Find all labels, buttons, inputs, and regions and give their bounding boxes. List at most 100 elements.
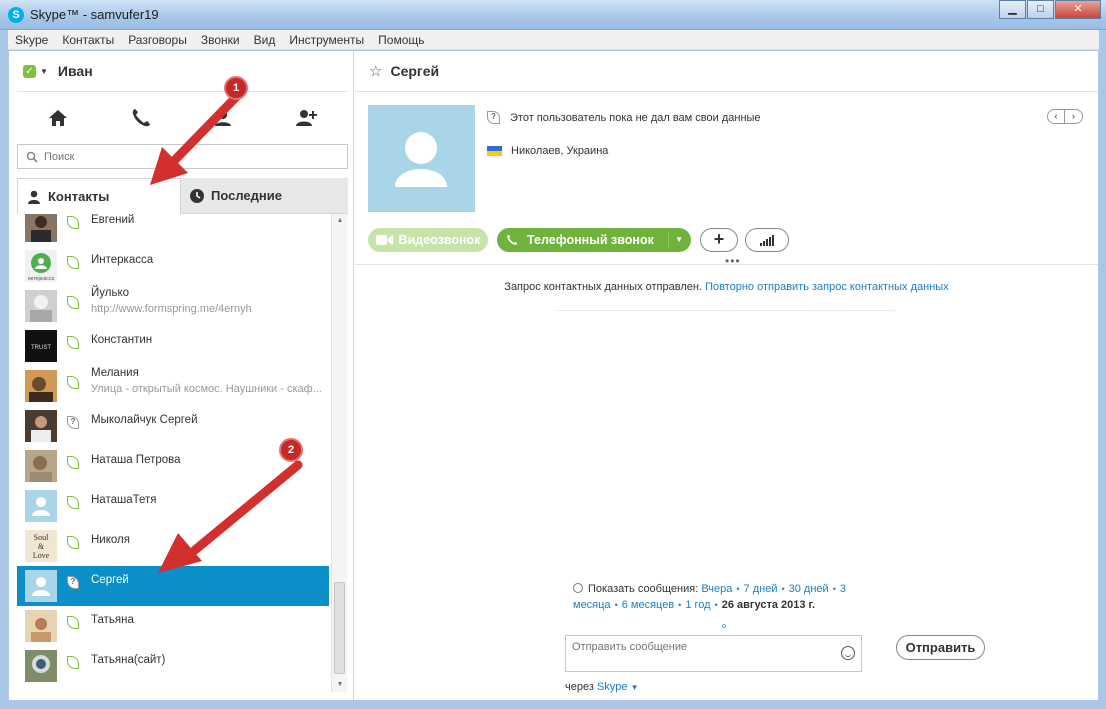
- list-item[interactable]: Мелания Улица - открытый космос. Наушник…: [17, 366, 329, 406]
- phone-call-button[interactable]: Телефонный звонок ▼: [497, 228, 691, 252]
- close-button[interactable]: ✕: [1055, 0, 1101, 19]
- scroll-thumb[interactable]: [334, 582, 345, 674]
- resize-handle-icon[interactable]: •••: [725, 254, 741, 268]
- video-call-button[interactable]: Видеозвонок: [368, 228, 488, 252]
- menu-contacts[interactable]: Контакты: [55, 33, 121, 47]
- menu-skype[interactable]: Skype: [8, 33, 55, 47]
- menu-bar: Skype Контакты Разговоры Звонки Вид Инст…: [8, 30, 1099, 50]
- list-item[interactable]: Татьяна: [17, 606, 329, 646]
- video-call-label: Видеозвонок: [398, 233, 481, 247]
- history-filter: Показать сообщения: Вчера • 7 дней • 30 дней…: [573, 583, 846, 611]
- message-box[interactable]: [565, 635, 862, 672]
- window-controls: ▁ □ ✕: [998, 0, 1101, 19]
- unknown-status-icon: ?: [487, 111, 500, 124]
- contact-list-scrollbar[interactable]: ▲ ▼: [331, 214, 347, 692]
- online-status-icon: [67, 376, 79, 389]
- avatar: [25, 370, 57, 402]
- chevron-down-icon[interactable]: ▼: [631, 683, 639, 692]
- history-current-date: 26 августа 2013 г.: [721, 599, 816, 611]
- scroll-down-icon[interactable]: ▼: [332, 678, 348, 692]
- history-label: Показать сообщения:: [588, 583, 699, 595]
- contact-name: Константин: [91, 334, 153, 346]
- annotation-arrow-1: [150, 88, 245, 185]
- history-1-year-link[interactable]: 1 год: [685, 599, 710, 611]
- profile-no-data-text: Этот пользователь пока не дал вам свои д…: [510, 111, 761, 124]
- menu-calls[interactable]: Звонки: [194, 33, 247, 47]
- menu-help[interactable]: Помощь: [371, 33, 431, 47]
- avatar-label: TRUST: [31, 345, 51, 351]
- avatar: TRUST: [25, 330, 57, 362]
- my-profile[interactable]: ✓ ▼ Иван: [23, 61, 93, 81]
- contact-name: Сергей: [91, 574, 129, 586]
- avatar: интеркасса: [25, 250, 57, 282]
- profile-avatar: [368, 105, 475, 212]
- avatar: [25, 570, 57, 602]
- history-7-days-link[interactable]: 7 дней: [744, 583, 778, 595]
- avatar-label: &: [38, 542, 45, 551]
- home-icon[interactable]: [46, 106, 70, 130]
- profile-location: Николаев, Украина: [511, 145, 609, 157]
- add-button[interactable]: +: [700, 228, 738, 252]
- avatar: [25, 650, 57, 682]
- avatar: [25, 490, 57, 522]
- avatar: [25, 450, 57, 482]
- phone-call-label: Телефонный звонок: [527, 233, 654, 247]
- online-status-icon: [67, 296, 79, 309]
- next-button[interactable]: ›: [1065, 109, 1083, 124]
- message-input[interactable]: [566, 636, 826, 666]
- typing-indicator-icon: [722, 624, 726, 628]
- list-item[interactable]: интеркасса Интеркасса: [17, 246, 329, 286]
- star-icon[interactable]: ☆: [369, 62, 382, 80]
- chevron-down-icon[interactable]: ▼: [40, 67, 48, 76]
- minimize-button[interactable]: ▁: [999, 0, 1026, 19]
- search-icon: [26, 151, 38, 163]
- list-item[interactable]: Евгений: [17, 214, 329, 246]
- history-yesterday-link[interactable]: Вчера: [701, 583, 732, 595]
- divider: [668, 231, 669, 249]
- call-actions: Видеозвонок Телефонный звонок ▼ +: [368, 228, 789, 252]
- person-icon: [28, 190, 40, 204]
- contact-name: Татьяна(сайт): [91, 654, 166, 666]
- call-quality-button[interactable]: [745, 228, 789, 252]
- via-skype-link[interactable]: Skype: [597, 681, 628, 693]
- contact-mood: Улица - открытый космос. Наушники - скаф…: [91, 383, 322, 395]
- ukraine-flag-icon: [487, 146, 502, 156]
- contact-mood: http://www.formspring.me/4ernyh: [91, 303, 252, 315]
- avatar-label: интеркасса: [28, 276, 54, 282]
- list-item[interactable]: Татьяна(сайт): [17, 646, 329, 686]
- scroll-up-icon[interactable]: ▲: [332, 214, 348, 228]
- online-status-icon: [67, 656, 79, 669]
- add-contact-icon[interactable]: [294, 106, 318, 130]
- phone-icon: [507, 234, 518, 245]
- contact-name: Татьяна: [91, 614, 134, 626]
- online-status-icon: [67, 456, 79, 469]
- avatar: [25, 610, 57, 642]
- menu-conversations[interactable]: Разговоры: [121, 33, 194, 47]
- online-status-icon: [67, 616, 79, 629]
- my-name: Иван: [57, 63, 93, 79]
- conversation-title: Сергей: [390, 63, 440, 79]
- maximize-button[interactable]: □: [1027, 0, 1054, 19]
- emoticon-icon[interactable]: [841, 646, 855, 660]
- resend-request-link[interactable]: Повторно отправить запрос контактных дан…: [705, 281, 949, 293]
- chevron-down-icon[interactable]: ▼: [675, 235, 683, 244]
- online-check-icon: ✓: [23, 64, 36, 78]
- profile-privacy-row: ? Этот пользователь пока не дал вам свои…: [487, 111, 761, 124]
- avatar: [25, 290, 57, 322]
- conversation-panel: ☆ Сергей ? Этот пользователь пока не дал…: [355, 51, 1098, 700]
- request-text: Запрос контактных данных отправлен.: [504, 281, 702, 293]
- history-6-months-link[interactable]: 6 месяцев: [622, 599, 674, 611]
- menu-view[interactable]: Вид: [247, 33, 283, 47]
- menu-tools[interactable]: Инструменты: [282, 33, 371, 47]
- avatar-label: Soul: [34, 533, 49, 542]
- history-30-days-link[interactable]: 30 дней: [789, 583, 829, 595]
- online-status-icon: [67, 536, 79, 549]
- avatar: [25, 410, 57, 442]
- unknown-status-icon: ?: [67, 576, 79, 589]
- prev-button[interactable]: ‹: [1047, 109, 1065, 124]
- send-button[interactable]: Отправить: [896, 635, 985, 660]
- unknown-status-icon: ?: [67, 416, 79, 429]
- skype-logo-icon: S: [8, 7, 24, 23]
- list-item[interactable]: TRUST Константин: [17, 326, 329, 366]
- list-item[interactable]: Йулько http://www.formspring.me/4ernyh: [17, 286, 329, 326]
